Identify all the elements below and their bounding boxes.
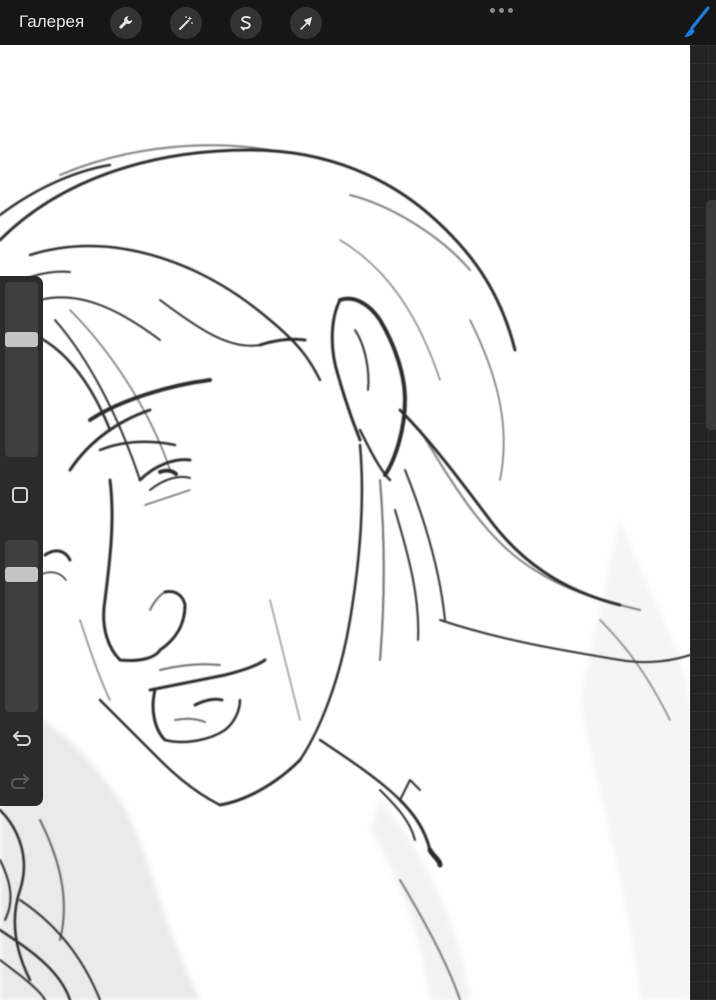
undo-arrow-icon	[13, 731, 32, 746]
redo-arrow-icon	[10, 774, 29, 789]
undo-button[interactable]	[10, 728, 32, 748]
arrow-cursor-icon	[300, 17, 312, 31]
procreate-app: Галерея	[0, 0, 716, 1000]
drawing-canvas[interactable]	[0, 45, 690, 1000]
magic-wand-button[interactable]	[170, 7, 202, 39]
transform-button[interactable]	[290, 7, 322, 39]
square-icon[interactable]	[12, 487, 28, 503]
workspace-background	[690, 45, 716, 1000]
brush-size-slider[interactable]	[5, 282, 38, 457]
selection-button[interactable]	[230, 7, 262, 39]
opacity-thumb[interactable]	[5, 567, 38, 582]
redo-button[interactable]	[10, 771, 32, 791]
ellipsis-icon[interactable]	[490, 8, 516, 16]
opacity-slider[interactable]	[5, 540, 38, 712]
magic-wand-icon	[179, 16, 193, 30]
brush-icon	[684, 6, 710, 37]
selection-s-icon	[240, 16, 251, 31]
wrench-icon	[119, 16, 133, 29]
left-sidebar	[0, 276, 43, 806]
wrench-button[interactable]	[110, 7, 142, 39]
top-toolbar: Галерея	[0, 0, 716, 45]
brush-size-thumb[interactable]	[5, 332, 38, 347]
right-panel-handle[interactable]	[706, 200, 716, 430]
brush-button[interactable]	[680, 6, 712, 40]
sketch-artwork	[0, 144, 690, 1000]
gallery-button[interactable]: Галерея	[19, 11, 84, 33]
